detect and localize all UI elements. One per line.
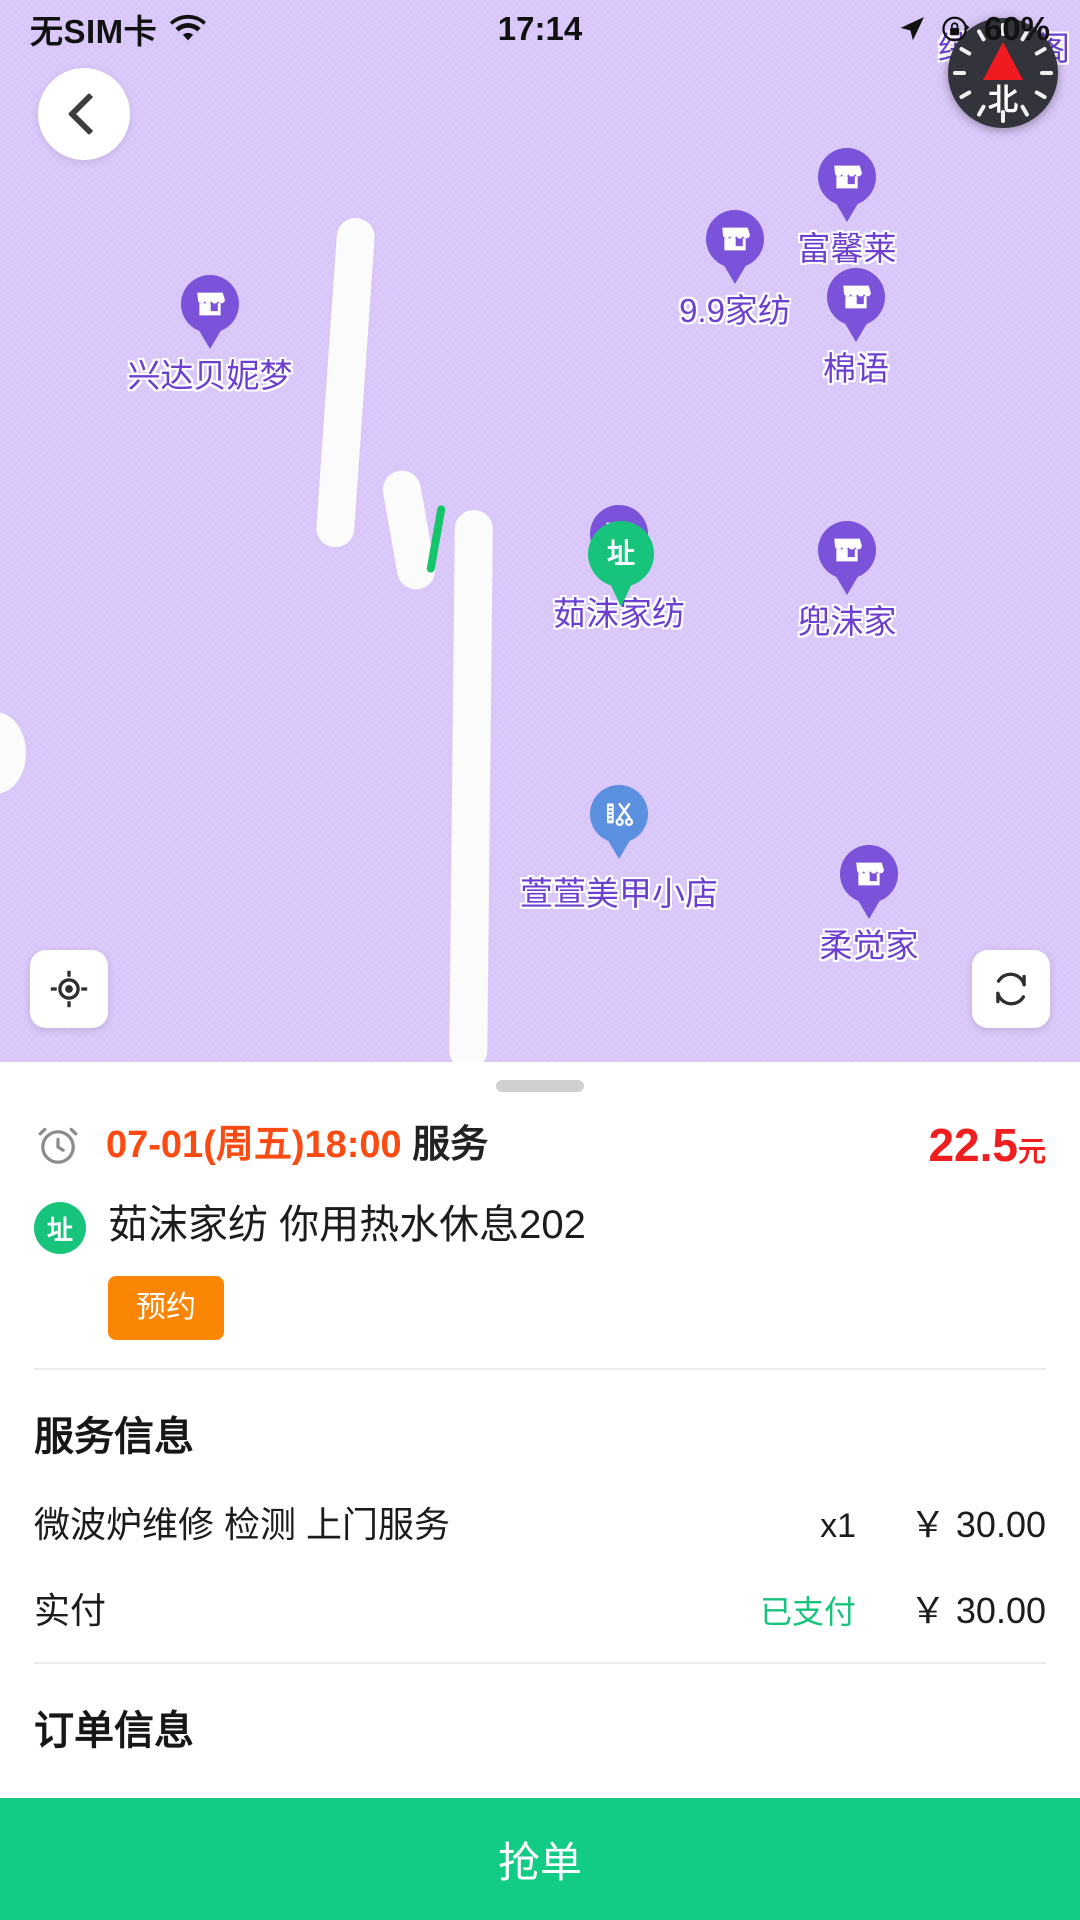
order-time-row: 07-01(周五)18:00 服务 22.5元 [34,1118,1046,1172]
service-info-title: 服务信息 [34,1415,194,1459]
wifi-icon [169,14,207,44]
shop-icon [827,268,885,342]
order-time-text: 07-01(周五)18:00 服务 [106,1121,488,1169]
back-chevron-icon [67,92,111,136]
carrier-label: 无SIM卡 [30,13,158,50]
locate-crosshair-icon[interactable] [30,950,108,1028]
shop-icon [181,275,239,349]
address-pin-icon: 址 [588,521,654,607]
service-item-qty: x1 [820,1507,856,1545]
service-total-row: 实付 已支付 ￥ 30.00 [34,1582,1046,1634]
order-price: 22.5元 [928,1118,1046,1172]
map-marker-label: 柔觉家 [819,927,919,964]
order-time-value: 07-01(周五)18:00 [106,1124,402,1166]
order-info-title: 订单信息 [34,1709,194,1753]
map-marker-shop[interactable]: 富馨莱 [798,148,897,267]
map-marker-label: 兴达贝妮梦 [127,357,293,394]
refresh-icon[interactable] [972,950,1050,1028]
map-marker-label: 棉语 [823,350,889,387]
shop-icon [840,845,898,919]
map-marker-shop[interactable]: 兜沫家 [798,521,897,640]
status-bar-left: 无SIM卡 [30,5,207,53]
map-marker-label: 富馨莱 [797,230,897,267]
app-root: 绒居一阁 兴达贝妮梦 9.9家纺 [0,0,1080,1920]
paid-status-badge: 已支付 [759,1594,856,1630]
address-badge-icon: 址 [34,1202,86,1254]
map-marker-shop[interactable]: 9.9家纺 [679,210,791,329]
location-arrow-icon [896,13,928,45]
service-item-amount: ￥ 30.00 [909,1504,1046,1545]
map-marker-label: 萱萱美甲小店 [520,875,718,912]
shop-icon [818,148,876,222]
shop-icon [706,210,764,284]
section-divider [34,1368,1046,1370]
salon-scissors-icon [590,785,648,859]
shop-icon [818,521,876,595]
order-price-value: 22.5 [928,1119,1018,1171]
order-address-row: 址 茹沫家纺 你用热水休息202 [34,1198,1046,1254]
service-item-row: 微波炉维修 检测 上门服务 x1 ￥ 30.00 [34,1496,1046,1548]
order-price-unit: 元 [1017,1136,1046,1167]
map-road [449,509,493,1071]
grab-order-button[interactable]: 抢单 [0,1798,1080,1920]
booking-tag[interactable]: 预约 [108,1276,224,1340]
status-bar: 无SIM卡 17:14 60% [0,0,1080,58]
map-marker-shop[interactable]: 棉语 [823,268,889,387]
status-bar-right: 60% [896,10,1050,48]
rotation-lock-icon [940,13,972,45]
grab-order-label: 抢单 [497,1838,582,1886]
compass-label: 北 [988,84,1018,117]
back-button[interactable] [38,68,130,160]
order-detail-sheet: 07-01(周五)18:00 服务 22.5元 址 茹沫家纺 你用热水休息202… [0,1062,1080,1920]
map-marker-shop[interactable]: 柔觉家 [820,845,919,964]
order-address-text: 茹沫家纺 你用热水休息202 [108,1203,586,1247]
map-marker-label: 9.9家纺 [679,292,791,329]
service-total-amount: ￥ 30.00 [909,1590,1046,1631]
map-marker-salon[interactable]: 萱萱美甲小店 [520,785,718,912]
battery-percent-label: 60% [983,10,1050,47]
alarm-clock-icon [34,1121,82,1169]
service-total-label: 实付 [34,1590,107,1631]
map-canvas[interactable]: 绒居一阁 兴达贝妮梦 9.9家纺 [0,0,1080,1071]
sheet-drag-handle[interactable] [496,1080,584,1092]
address-pin-label: 址 [606,538,635,569]
map-marker-destination[interactable]: 址 [588,521,654,607]
map-marker-shop[interactable]: 兴达贝妮梦 [128,275,293,394]
section-divider [34,1662,1046,1664]
order-time-suffix: 服务 [412,1124,489,1166]
map-marker-label: 兜沫家 [797,603,897,640]
order-tag-row: 预约 [108,1276,1046,1340]
service-item-name: 微波炉维修 检测 上门服务 [34,1504,451,1545]
